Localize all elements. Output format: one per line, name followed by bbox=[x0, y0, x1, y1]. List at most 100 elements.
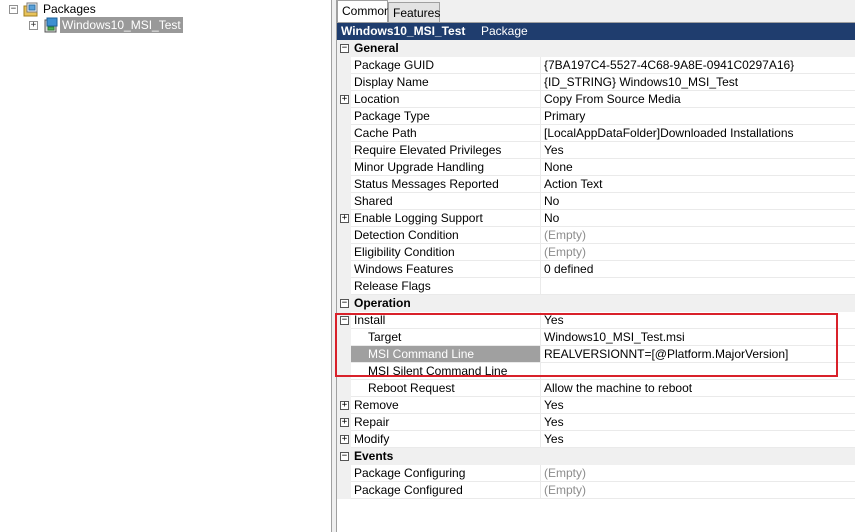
property-name: Package Type bbox=[351, 108, 541, 125]
property-row-package-configuring[interactable]: Package Configuring (Empty) bbox=[337, 465, 855, 482]
property-name: MSI Command Line bbox=[351, 346, 541, 363]
property-name: Minor Upgrade Handling bbox=[351, 159, 541, 176]
tree-node-package[interactable]: + Windows10_MSI_Test bbox=[0, 17, 331, 33]
expand-icon[interactable]: + bbox=[340, 95, 349, 104]
property-name: Shared bbox=[351, 193, 541, 210]
expand-icon[interactable]: + bbox=[29, 21, 38, 30]
row-gutter bbox=[337, 108, 351, 125]
property-name: Modify bbox=[351, 431, 541, 448]
property-value[interactable]: Yes bbox=[541, 142, 855, 159]
property-row-package-configured[interactable]: Package Configured (Empty) bbox=[337, 482, 855, 499]
property-value[interactable]: None bbox=[541, 159, 855, 176]
property-value[interactable]: No bbox=[541, 193, 855, 210]
category-events[interactable]: − Events bbox=[337, 448, 855, 465]
property-row-status-messages-reported[interactable]: Status Messages Reported Action Text bbox=[337, 176, 855, 193]
row-gutter bbox=[337, 465, 351, 482]
property-row-msi-silent-command-line[interactable]: MSI Silent Command Line bbox=[337, 363, 855, 380]
property-name: Install bbox=[351, 312, 541, 329]
property-value[interactable]: Yes bbox=[541, 312, 855, 329]
property-value[interactable]: (Empty) bbox=[541, 227, 855, 244]
property-value[interactable]: Windows10_MSI_Test.msi bbox=[541, 329, 855, 346]
property-row-enable-logging-support[interactable]: + Enable Logging Support No bbox=[337, 210, 855, 227]
property-name: Status Messages Reported bbox=[351, 176, 541, 193]
property-row-cache-path[interactable]: Cache Path [LocalAppDataFolder]Downloaded… bbox=[337, 125, 855, 142]
property-row-package-guid[interactable]: Package GUID {7BA197C4-5527-4C68-9A8E-094… bbox=[337, 57, 855, 74]
collapse-icon[interactable]: − bbox=[9, 5, 18, 14]
row-gutter bbox=[337, 244, 351, 261]
property-value[interactable] bbox=[541, 278, 855, 295]
row-gutter bbox=[337, 261, 351, 278]
property-value[interactable]: Yes bbox=[541, 431, 855, 448]
property-name: Enable Logging Support bbox=[351, 210, 541, 227]
row-gutter bbox=[337, 227, 351, 244]
property-row-minor-upgrade-handling[interactable]: Minor Upgrade Handling None bbox=[337, 159, 855, 176]
property-value[interactable]: {ID_STRING} Windows10_MSI_Test bbox=[541, 74, 855, 91]
property-row-eligibility-condition[interactable]: Eligibility Condition (Empty) bbox=[337, 244, 855, 261]
expand-icon[interactable]: + bbox=[340, 401, 349, 410]
property-row-display-name[interactable]: Display Name {ID_STRING} Windows10_MSI_Te… bbox=[337, 74, 855, 91]
category-label: Events bbox=[354, 449, 394, 463]
row-gutter bbox=[337, 380, 351, 397]
property-row-windows-features[interactable]: Windows Features 0 defined bbox=[337, 261, 855, 278]
property-name: Display Name bbox=[351, 74, 541, 91]
row-gutter bbox=[337, 57, 351, 74]
property-value[interactable]: (Empty) bbox=[541, 482, 855, 499]
property-name: Repair bbox=[351, 414, 541, 431]
package-tree[interactable]: − Packages + Windows10_MSI_Test bbox=[0, 0, 331, 532]
category-general[interactable]: − General bbox=[337, 40, 855, 57]
property-value[interactable]: Action Text bbox=[541, 176, 855, 193]
tab-features[interactable]: Features bbox=[388, 2, 440, 22]
collapse-icon[interactable]: − bbox=[340, 299, 349, 308]
row-gutter bbox=[337, 278, 351, 295]
property-row-detection-condition[interactable]: Detection Condition (Empty) bbox=[337, 227, 855, 244]
property-row-location[interactable]: + Location Copy From Source Media bbox=[337, 91, 855, 108]
property-row-modify[interactable]: + Modify Yes bbox=[337, 431, 855, 448]
expand-icon[interactable]: + bbox=[340, 418, 349, 427]
packages-folder-icon bbox=[23, 2, 38, 17]
property-value[interactable]: Yes bbox=[541, 414, 855, 431]
property-row-target[interactable]: Target Windows10_MSI_Test.msi bbox=[337, 329, 855, 346]
property-value[interactable]: Copy From Source Media bbox=[541, 91, 855, 108]
property-name: Location bbox=[351, 91, 541, 108]
property-header: Windows10_MSI_Test Package bbox=[337, 23, 855, 40]
property-value[interactable]: Primary bbox=[541, 108, 855, 125]
property-value[interactable] bbox=[541, 363, 855, 380]
property-value[interactable]: (Empty) bbox=[541, 465, 855, 482]
tab-common[interactable]: Common bbox=[337, 0, 391, 22]
property-value[interactable]: Yes bbox=[541, 397, 855, 414]
expand-icon[interactable]: + bbox=[340, 214, 349, 223]
category-operation[interactable]: − Operation bbox=[337, 295, 855, 312]
tab-strip: Common Features bbox=[337, 0, 855, 23]
property-name: Cache Path bbox=[351, 125, 541, 142]
property-row-shared[interactable]: Shared No bbox=[337, 193, 855, 210]
property-name: Windows Features bbox=[351, 261, 541, 278]
tree-node-packages[interactable]: − Packages bbox=[0, 1, 331, 17]
tree-label-packages: Packages bbox=[43, 2, 96, 16]
property-name: Remove bbox=[351, 397, 541, 414]
property-row-release-flags[interactable]: Release Flags bbox=[337, 278, 855, 295]
property-row-repair[interactable]: + Repair Yes bbox=[337, 414, 855, 431]
property-name: Detection Condition bbox=[351, 227, 541, 244]
property-row-require-elevated-privileges[interactable]: Require Elevated Privileges Yes bbox=[337, 142, 855, 159]
property-row-install[interactable]: − Install Yes bbox=[337, 312, 855, 329]
collapse-icon[interactable]: − bbox=[340, 44, 349, 53]
property-name: Package Configuring bbox=[351, 465, 541, 482]
property-row-msi-command-line[interactable]: MSI Command Line REALVERSIONNT=[@Platform… bbox=[337, 346, 855, 363]
property-value[interactable]: (Empty) bbox=[541, 244, 855, 261]
property-row-reboot-request[interactable]: Reboot Request Allow the machine to reboo… bbox=[337, 380, 855, 397]
row-gutter bbox=[337, 193, 351, 210]
property-value[interactable]: REALVERSIONNT=[@Platform.MajorVersion] bbox=[541, 346, 855, 363]
tree-label-package: Windows10_MSI_Test bbox=[60, 17, 183, 33]
row-gutter bbox=[337, 125, 351, 142]
property-value[interactable]: [LocalAppDataFolder]Downloaded Installat… bbox=[541, 125, 855, 142]
collapse-icon[interactable]: − bbox=[340, 452, 349, 461]
property-row-remove[interactable]: + Remove Yes bbox=[337, 397, 855, 414]
property-name: Eligibility Condition bbox=[351, 244, 541, 261]
collapse-icon[interactable]: − bbox=[340, 316, 349, 325]
property-value[interactable]: Allow the machine to reboot bbox=[541, 380, 855, 397]
expand-icon[interactable]: + bbox=[340, 435, 349, 444]
property-value[interactable]: 0 defined bbox=[541, 261, 855, 278]
property-value[interactable]: {7BA197C4-5527-4C68-9A8E-0941C0297A16} bbox=[541, 57, 855, 74]
property-row-package-type[interactable]: Package Type Primary bbox=[337, 108, 855, 125]
property-value[interactable]: No bbox=[541, 210, 855, 227]
